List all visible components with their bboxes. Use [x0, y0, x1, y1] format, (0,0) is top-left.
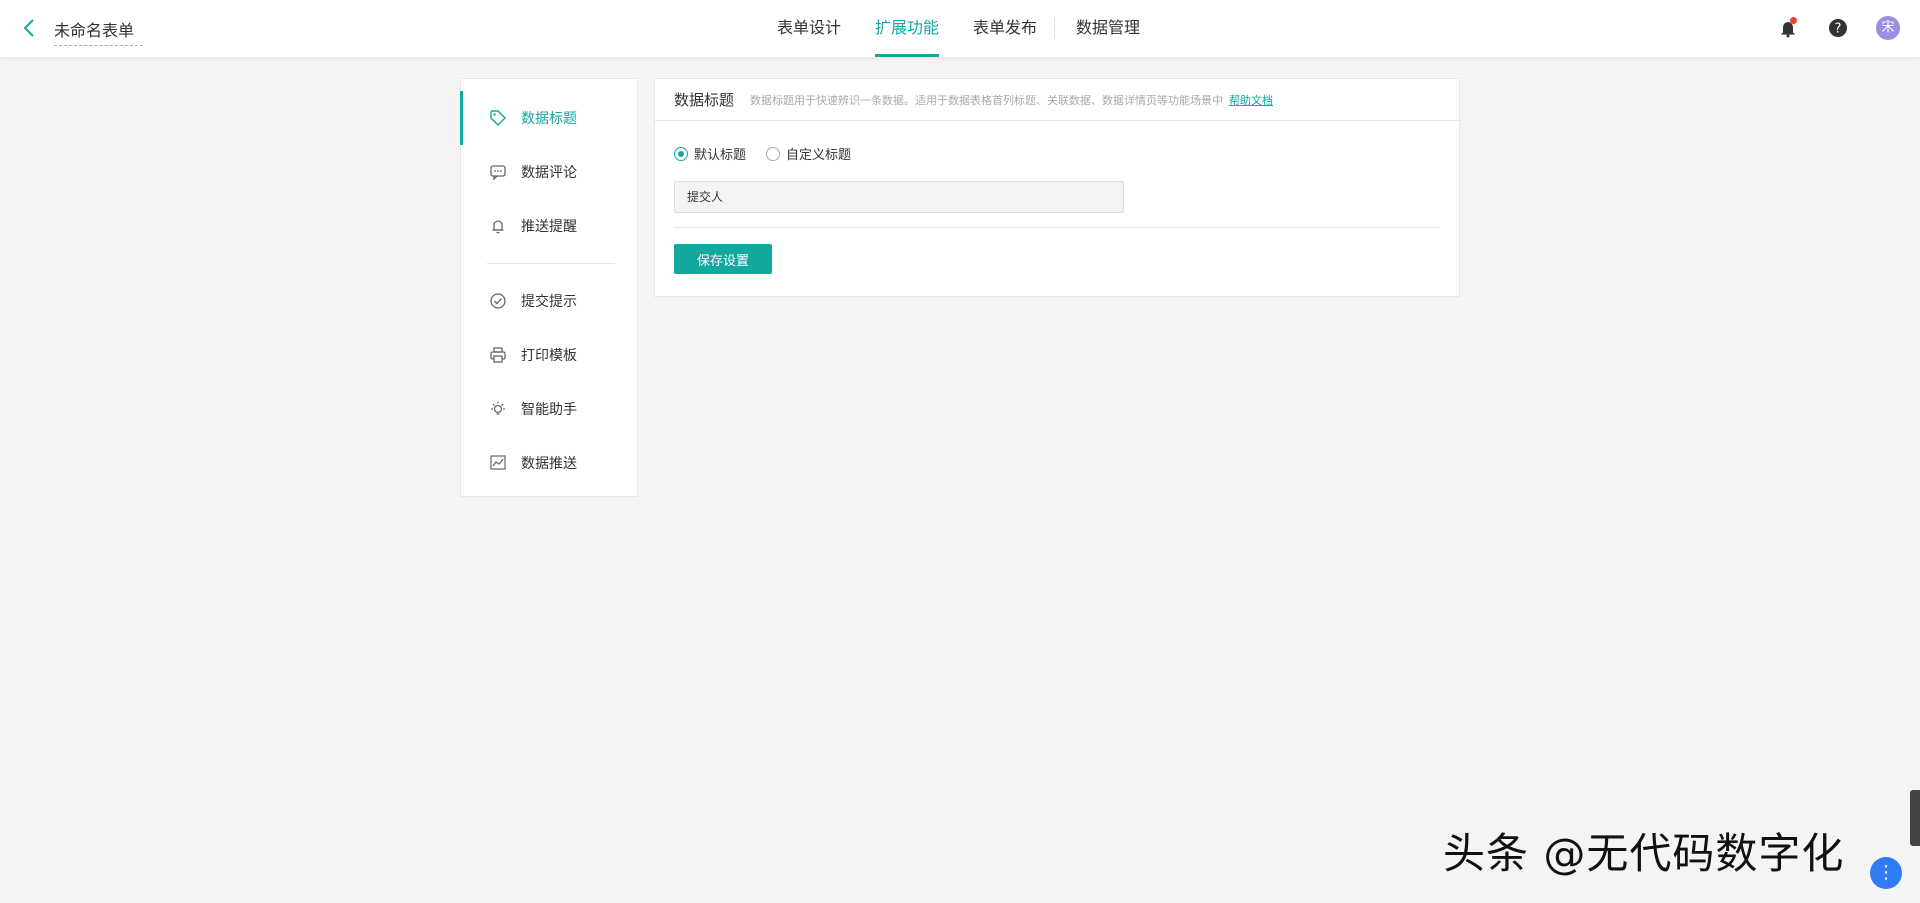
sidebar-divider: [487, 263, 615, 264]
data-title-panel: 数据标题 数据标题用于快速辨识一条数据。适用于数据表格首列标题、关联数据、数据详…: [654, 78, 1460, 297]
lightbulb-icon: [489, 400, 507, 418]
panel-title: 数据标题: [674, 91, 735, 109]
comment-icon: [489, 163, 507, 181]
save-settings-button[interactable]: 保存设置: [674, 244, 772, 274]
sidebar-item-smart-assistant[interactable]: 智能助手: [461, 382, 637, 436]
sidebar-item-data-comments[interactable]: 数据评论: [461, 145, 637, 199]
form-name[interactable]: 未命名表单: [54, 17, 143, 46]
tab-form-design[interactable]: 表单设计: [760, 0, 858, 57]
sidebar-item-print-template[interactable]: 打印模板: [461, 328, 637, 382]
check-circle-icon: [489, 292, 507, 310]
notification-bell-icon[interactable]: [1776, 16, 1800, 40]
main-nav: 表单设计 扩展功能 表单发布 数据管理: [760, 0, 1157, 57]
notification-dot: [1790, 17, 1797, 24]
panel-description: 数据标题用于快速辨识一条数据。适用于数据表格首列标题、关联数据、数据详情页等功能…: [750, 93, 1224, 107]
edge-drawer-handle[interactable]: [1910, 790, 1920, 846]
panel-divider: [674, 227, 1440, 228]
top-bar: 未命名表单 表单设计 扩展功能 表单发布 数据管理 ? 宋: [0, 0, 1920, 57]
radio-default-title[interactable]: 默认标题: [674, 144, 746, 163]
nav-divider: [1054, 18, 1056, 38]
radio-checked-icon: [674, 146, 688, 161]
sidebar-item-data-push[interactable]: 数据推送: [461, 436, 637, 490]
back-arrow-icon[interactable]: [18, 16, 42, 40]
printer-icon: [489, 346, 507, 364]
tag-icon: [489, 109, 507, 127]
help-doc-link[interactable]: 帮助文档: [1229, 92, 1273, 108]
tab-form-publish[interactable]: 表单发布: [956, 0, 1054, 57]
title-mode-radio-group: 默认标题 自定义标题: [674, 144, 1440, 163]
radio-custom-title[interactable]: 自定义标题: [766, 144, 851, 163]
sidebar-item-label: 智能助手: [521, 402, 577, 418]
top-actions: ? 宋: [1776, 16, 1900, 40]
sidebar-item-label: 提交提示: [521, 294, 577, 310]
help-icon[interactable]: ?: [1826, 16, 1850, 40]
sidebar-item-push-reminder[interactable]: 推送提醒: [461, 199, 637, 253]
watermark: 头条 @无代码数字化: [1443, 829, 1845, 878]
radio-unchecked-icon: [766, 146, 781, 161]
avatar[interactable]: 宋: [1876, 16, 1900, 40]
floating-help-icon[interactable]: ⋮: [1870, 857, 1902, 889]
chart-line-icon: [489, 454, 507, 472]
settings-sidebar: 数据标题 数据评论 推送提醒 提交提示 打印模板 智能助手 数据推送: [460, 78, 638, 497]
sidebar-item-label: 数据标题: [521, 111, 577, 127]
panel-header: 数据标题 数据标题用于快速辨识一条数据。适用于数据表格首列标题、关联数据、数据详…: [655, 79, 1459, 121]
sidebar-item-submit-prompt[interactable]: 提交提示: [461, 274, 637, 328]
panel-body: 默认标题 自定义标题 提交人 保存设置: [655, 121, 1459, 274]
sidebar-item-data-title[interactable]: 数据标题: [460, 91, 637, 145]
sidebar-item-label: 数据推送: [521, 456, 577, 472]
svg-text:?: ?: [1835, 22, 1842, 37]
tab-data-management[interactable]: 数据管理: [1059, 0, 1157, 57]
sidebar-item-label: 打印模板: [521, 348, 577, 364]
radio-label: 自定义标题: [786, 148, 852, 163]
sidebar-item-label: 数据评论: [521, 165, 577, 181]
title-field-select[interactable]: 提交人: [674, 181, 1124, 213]
radio-label: 默认标题: [694, 148, 747, 163]
tab-extensions[interactable]: 扩展功能: [858, 0, 956, 57]
sidebar-item-label: 推送提醒: [521, 219, 577, 235]
bell-icon: [489, 217, 507, 235]
